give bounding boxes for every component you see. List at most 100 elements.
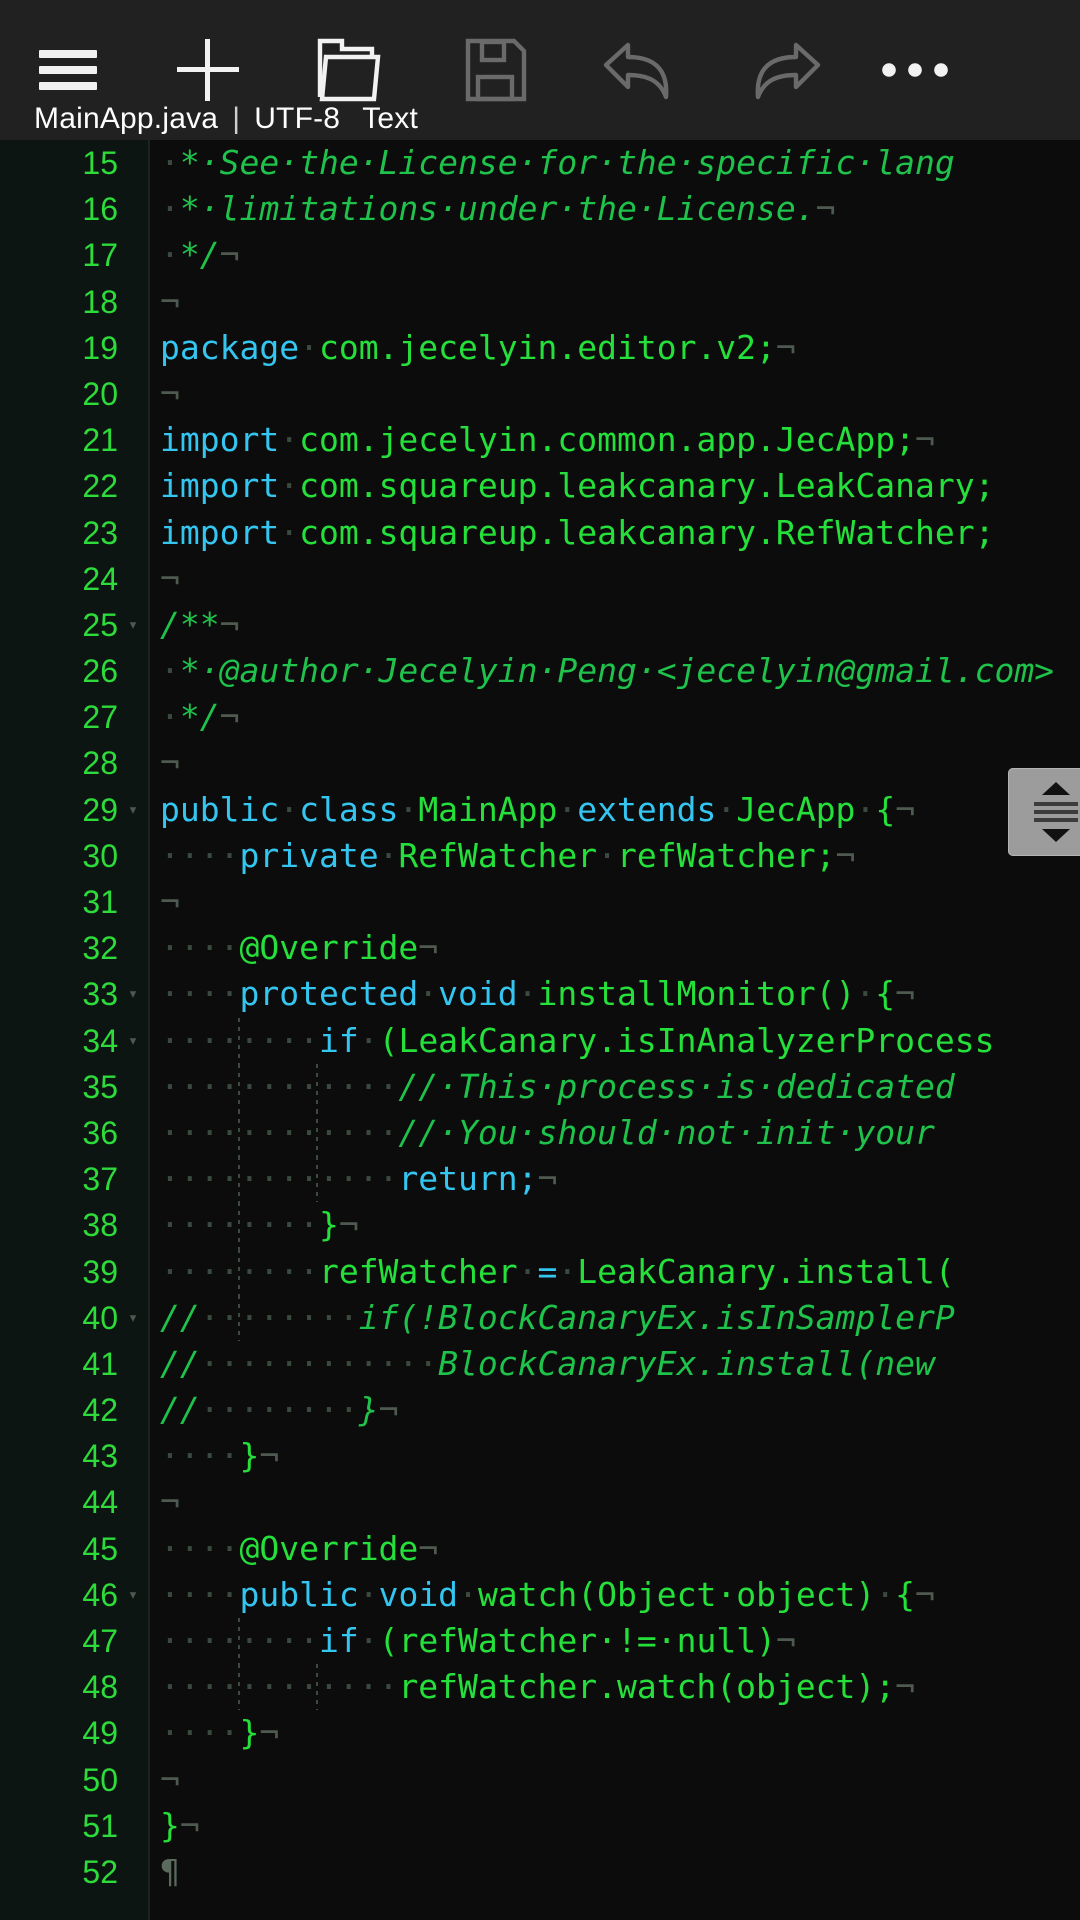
code-line[interactable]: 33 ▾ ····protected·void·installMonitor()·{… bbox=[0, 971, 1080, 1017]
code-line[interactable]: 34▾········if·(LeakCanary.isInAnalyzerPr… bbox=[0, 1017, 1080, 1064]
fold-toggle-icon[interactable]: ▾ bbox=[118, 602, 148, 648]
scroll-grip-icon bbox=[1034, 802, 1078, 822]
code-line[interactable]: 45 ····@Override¬ bbox=[0, 1526, 1080, 1572]
code-text[interactable]: ·*·See·the·License·for·the·specific·lang bbox=[148, 140, 1080, 186]
line-number: 37 bbox=[82, 1161, 118, 1198]
code-line[interactable]: 39 ········refWatcher·=·LeakCanary.instal… bbox=[0, 1248, 1080, 1295]
code-line[interactable]: 18 ¬ bbox=[0, 279, 1080, 325]
code-text[interactable]: ····@Override¬ bbox=[148, 925, 1080, 971]
line-number: 22 bbox=[82, 468, 118, 505]
code-text[interactable]: //········if(!BlockCanaryEx.isInSamplerP bbox=[148, 1295, 1080, 1341]
code-text[interactable]: //············BlockCanaryEx.install(new bbox=[148, 1341, 1080, 1387]
code-line[interactable]: 40 ▾//········if(!BlockCanaryEx.isInSampl… bbox=[0, 1294, 1080, 1341]
code-line[interactable]: 48 ············refWatcher.watch(object);¬ bbox=[0, 1664, 1080, 1711]
code-line[interactable]: 50 ¬ bbox=[0, 1757, 1080, 1803]
code-line[interactable]: 44 ¬ bbox=[0, 1479, 1080, 1525]
code-line[interactable]: 37 ············return;¬ bbox=[0, 1156, 1080, 1203]
indent-guide bbox=[238, 1294, 240, 1341]
code-text[interactable]: ············//·This·process·is·dedicated bbox=[148, 1064, 1080, 1110]
code-line[interactable]: 28 ¬ bbox=[0, 740, 1080, 786]
code-text[interactable]: ····}¬ bbox=[148, 1433, 1080, 1479]
code-text[interactable]: package·com.jecelyin.editor.v2;¬ bbox=[148, 325, 1080, 371]
code-text[interactable]: ········if·(refWatcher·!=·null)¬ bbox=[148, 1618, 1080, 1664]
code-line[interactable]: 30 ····private·RefWatcher·refWatcher;¬ bbox=[0, 833, 1080, 879]
code-line[interactable]: 22 import·com.squareup.leakcanary.LeakCan… bbox=[0, 463, 1080, 509]
code-lines[interactable]: 15 ·*·See·the·License·for·the·specific·la… bbox=[0, 140, 1080, 1895]
code-text[interactable]: ········}¬ bbox=[148, 1202, 1080, 1248]
code-text[interactable]: ····protected·void·installMonitor()·{¬ bbox=[148, 971, 1080, 1017]
line-number: 42 bbox=[82, 1392, 118, 1429]
code-text[interactable]: ¬ bbox=[148, 879, 1080, 925]
code-text[interactable]: ¬ bbox=[148, 371, 1080, 417]
status-separator: | bbox=[232, 102, 241, 135]
code-text[interactable]: ····@Override¬ bbox=[148, 1526, 1080, 1572]
code-line[interactable]: 16 ·*·limitations·under·the·License.¬ bbox=[0, 186, 1080, 232]
code-line[interactable]: 29 ▾ public·class·MainApp·extends·JecApp·{… bbox=[0, 787, 1080, 833]
code-text[interactable]: }¬ bbox=[148, 1803, 1080, 1849]
code-line[interactable]: 51}¬ bbox=[0, 1803, 1080, 1849]
code-text[interactable]: ¬ bbox=[148, 556, 1080, 602]
code-line[interactable]: 41 //············BlockCanaryEx.install(ne… bbox=[0, 1341, 1080, 1387]
code-line[interactable]: 47 ········if·(refWatcher·!=·null)¬ bbox=[0, 1618, 1080, 1665]
code-text[interactable]: import·com.squareup.leakcanary.RefWatche… bbox=[148, 510, 1080, 556]
floppy-save-icon bbox=[465, 38, 527, 102]
code-line[interactable]: 15 ·*·See·the·License·for·the·specific·la… bbox=[0, 140, 1080, 186]
code-line[interactable]: 24 ¬ bbox=[0, 556, 1080, 602]
code-text[interactable]: //········}¬ bbox=[148, 1387, 1080, 1433]
code-line[interactable]: 43 ····}¬ bbox=[0, 1433, 1080, 1479]
indent-guide bbox=[238, 1063, 240, 1110]
fold-toggle-icon[interactable]: ▾ bbox=[118, 971, 148, 1017]
code-text[interactable]: ¬ bbox=[148, 279, 1080, 325]
code-line[interactable]: 25 ▾/**¬ bbox=[0, 602, 1080, 648]
indent-guide bbox=[238, 1618, 240, 1665]
code-line[interactable]: 17 ·*/¬ bbox=[0, 232, 1080, 278]
line-number: 29 bbox=[82, 791, 118, 828]
code-text[interactable]: ············//·You·should·not·init·your bbox=[148, 1110, 1080, 1156]
code-text[interactable]: ·*/¬ bbox=[148, 694, 1080, 740]
code-text[interactable]: ¬ bbox=[148, 1479, 1080, 1525]
code-text[interactable]: ·*/¬ bbox=[148, 232, 1080, 278]
code-text[interactable]: ·*·limitations·under·the·License.¬ bbox=[148, 186, 1080, 232]
code-text[interactable]: ············refWatcher.watch(object);¬ bbox=[148, 1664, 1080, 1710]
fold-toggle-icon[interactable]: ▾ bbox=[118, 1295, 148, 1341]
code-line[interactable]: 36 ············//·You·should·not·init·you… bbox=[0, 1109, 1080, 1157]
code-text[interactable]: ············return;¬ bbox=[148, 1156, 1080, 1202]
code-line[interactable]: 49 ····}¬ bbox=[0, 1710, 1080, 1756]
code-text[interactable]: ····}¬ bbox=[148, 1710, 1080, 1756]
line-number: 28 bbox=[82, 745, 118, 782]
scroll-up-triangle-icon[interactable] bbox=[1042, 782, 1070, 795]
indent-guide bbox=[316, 1664, 318, 1711]
code-text[interactable]: ¬ bbox=[148, 740, 1080, 786]
code-editor[interactable]: 15 ·*·See·the·License·for·the·specific·la… bbox=[0, 140, 1080, 1920]
fold-toggle-icon[interactable]: ▾ bbox=[118, 787, 148, 833]
code-line[interactable]: 21 import·com.jecelyin.common.app.JecApp;… bbox=[0, 417, 1080, 463]
code-line[interactable]: 38 ········}¬ bbox=[0, 1202, 1080, 1249]
code-text[interactable]: ·*·@author·Jecelyin·Peng·<jecelyin@gmail… bbox=[148, 648, 1080, 694]
toolbar: MainApp.java | UTF-8 Text bbox=[0, 0, 1080, 140]
code-text[interactable]: import·com.jecelyin.common.app.JecApp;¬ bbox=[148, 417, 1080, 463]
code-line[interactable]: 31 ¬ bbox=[0, 879, 1080, 925]
code-line[interactable]: 35 ············//·This·process·is·dedicat… bbox=[0, 1063, 1080, 1110]
code-line[interactable]: 20 ¬ bbox=[0, 371, 1080, 417]
code-line[interactable]: 27 ·*/¬ bbox=[0, 694, 1080, 740]
code-line[interactable]: 46 ▾ ····public·void·watch(Object·object)·… bbox=[0, 1572, 1080, 1618]
code-line[interactable]: 42 //········}¬ bbox=[0, 1387, 1080, 1433]
fold-toggle-icon[interactable]: ▾ bbox=[118, 1018, 148, 1064]
code-text[interactable]: ¶ bbox=[148, 1849, 1080, 1895]
code-text[interactable]: public·class·MainApp·extends·JecApp·{¬ bbox=[148, 787, 1080, 833]
code-line[interactable]: 52 ¶ bbox=[0, 1849, 1080, 1895]
code-text[interactable]: ····public·void·watch(Object·object)·{¬ bbox=[148, 1572, 1080, 1618]
code-text[interactable]: ····private·RefWatcher·refWatcher;¬ bbox=[148, 833, 1080, 879]
code-text[interactable]: /**¬ bbox=[148, 602, 1080, 648]
code-line[interactable]: 26 ·*·@author·Jecelyin·Peng·<jecelyin@gma… bbox=[0, 648, 1080, 694]
code-line[interactable]: 32 ····@Override¬ bbox=[0, 925, 1080, 971]
code-line[interactable]: 23 import·com.squareup.leakcanary.RefWatc… bbox=[0, 510, 1080, 556]
code-line[interactable]: 19 package·com.jecelyin.editor.v2;¬ bbox=[0, 325, 1080, 371]
code-text[interactable]: ¬ bbox=[148, 1757, 1080, 1803]
vertical-scrollbar-thumb[interactable] bbox=[1008, 768, 1080, 856]
code-text[interactable]: ········refWatcher·=·LeakCanary.install( bbox=[148, 1249, 1080, 1295]
code-text[interactable]: ········if·(LeakCanary.isInAnalyzerProce… bbox=[148, 1018, 1080, 1064]
code-text[interactable]: import·com.squareup.leakcanary.LeakCanar… bbox=[148, 463, 1080, 509]
fold-toggle-icon[interactable]: ▾ bbox=[118, 1572, 148, 1618]
scroll-down-triangle-icon[interactable] bbox=[1042, 829, 1070, 842]
